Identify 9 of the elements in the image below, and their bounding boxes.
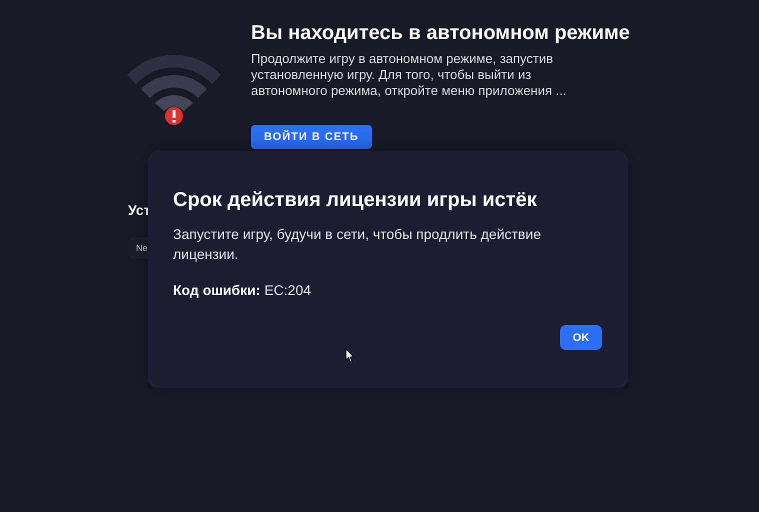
cursor-icon bbox=[345, 348, 355, 363]
offline-title: Вы находитесь в автономном режиме bbox=[251, 21, 630, 46]
ok-button[interactable]: OK bbox=[560, 325, 602, 350]
go-online-button[interactable]: ВОЙТИ В СЕТЬ bbox=[251, 125, 372, 149]
dialog-title: Срок действия лицензии игры истёк bbox=[173, 189, 538, 212]
offline-description: Продолжите игру в автономном режиме, запустив установленную игру. Для того, чтобы выйти из автономного режима, откройте меню приложения ... bbox=[251, 51, 568, 99]
dialog-message: Запустите игру, будучи в сети, чтобы продлить действие лицензии. bbox=[173, 225, 542, 264]
section-heading: Уст bbox=[128, 201, 150, 219]
error-code: Код ошибки: EC:204 bbox=[173, 282, 312, 298]
